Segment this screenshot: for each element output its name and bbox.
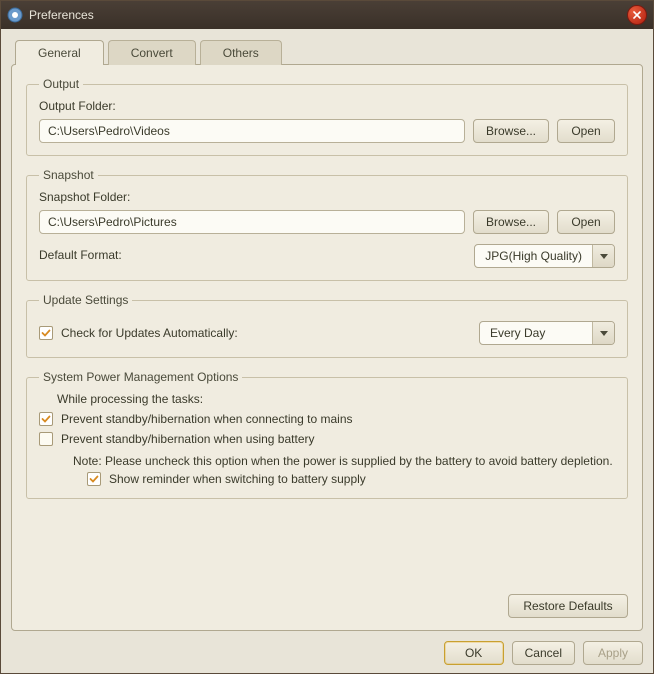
chevron-down-icon bbox=[600, 331, 608, 336]
tab-panel-general: Output Output Folder: Browse... Open Sna… bbox=[11, 64, 643, 631]
snapshot-browse-button[interactable]: Browse... bbox=[473, 210, 549, 234]
tab-strip: General Convert Others bbox=[15, 39, 643, 64]
group-power-legend: System Power Management Options bbox=[39, 370, 242, 384]
chevron-down-icon bbox=[600, 254, 608, 259]
snapshot-open-button[interactable]: Open bbox=[557, 210, 615, 234]
update-frequency-value: Every Day bbox=[480, 326, 592, 340]
checkmark-icon bbox=[41, 414, 51, 424]
snapshot-folder-input[interactable] bbox=[39, 210, 465, 234]
while-processing-label: While processing the tasks: bbox=[57, 392, 615, 406]
client-area: General Convert Others Output Output Fol… bbox=[1, 29, 653, 673]
app-icon bbox=[7, 7, 23, 23]
prevent-battery-label: Prevent standby/hibernation when using b… bbox=[61, 432, 315, 446]
close-icon bbox=[632, 10, 642, 20]
prevent-mains-label: Prevent standby/hibernation when connect… bbox=[61, 412, 353, 426]
output-open-button[interactable]: Open bbox=[557, 119, 615, 143]
group-output: Output Output Folder: Browse... Open bbox=[26, 77, 628, 156]
show-reminder-checkbox[interactable] bbox=[87, 472, 101, 486]
default-format-dropdown-button[interactable] bbox=[592, 245, 614, 267]
restore-defaults-button[interactable]: Restore Defaults bbox=[508, 594, 628, 618]
titlebar: Preferences bbox=[1, 1, 653, 29]
cancel-button[interactable]: Cancel bbox=[512, 641, 575, 665]
window-title: Preferences bbox=[29, 8, 627, 22]
check-updates-checkbox[interactable] bbox=[39, 326, 53, 340]
output-folder-label: Output Folder: bbox=[39, 99, 615, 113]
prevent-mains-checkbox[interactable] bbox=[39, 412, 53, 426]
check-updates-label: Check for Updates Automatically: bbox=[61, 326, 238, 340]
default-format-select[interactable]: JPG(High Quality) bbox=[474, 244, 615, 268]
checkmark-icon bbox=[89, 474, 99, 484]
default-format-value: JPG(High Quality) bbox=[475, 249, 592, 263]
tab-convert[interactable]: Convert bbox=[108, 40, 196, 65]
output-browse-button[interactable]: Browse... bbox=[473, 119, 549, 143]
tab-general[interactable]: General bbox=[15, 40, 104, 65]
show-reminder-label: Show reminder when switching to battery … bbox=[109, 472, 366, 486]
update-frequency-dropdown-button[interactable] bbox=[592, 322, 614, 344]
snapshot-folder-label: Snapshot Folder: bbox=[39, 190, 615, 204]
group-snapshot: Snapshot Snapshot Folder: Browse... Open… bbox=[26, 168, 628, 281]
group-power: System Power Management Options While pr… bbox=[26, 370, 628, 499]
dialog-buttons: OK Cancel Apply bbox=[11, 631, 643, 665]
output-folder-input[interactable] bbox=[39, 119, 465, 143]
group-snapshot-legend: Snapshot bbox=[39, 168, 98, 182]
tab-others[interactable]: Others bbox=[200, 40, 282, 65]
checkmark-icon bbox=[41, 328, 51, 338]
group-updates: Update Settings Check for Updates Automa… bbox=[26, 293, 628, 358]
group-updates-legend: Update Settings bbox=[39, 293, 132, 307]
preferences-window: Preferences General Convert Others Outpu… bbox=[0, 0, 654, 674]
prevent-battery-checkbox[interactable] bbox=[39, 432, 53, 446]
close-button[interactable] bbox=[627, 5, 647, 25]
apply-button[interactable]: Apply bbox=[583, 641, 643, 665]
update-frequency-select[interactable]: Every Day bbox=[479, 321, 615, 345]
default-format-label: Default Format: bbox=[39, 248, 122, 262]
power-note: Note: Please uncheck this option when th… bbox=[73, 454, 615, 468]
group-output-legend: Output bbox=[39, 77, 83, 91]
ok-button[interactable]: OK bbox=[444, 641, 504, 665]
